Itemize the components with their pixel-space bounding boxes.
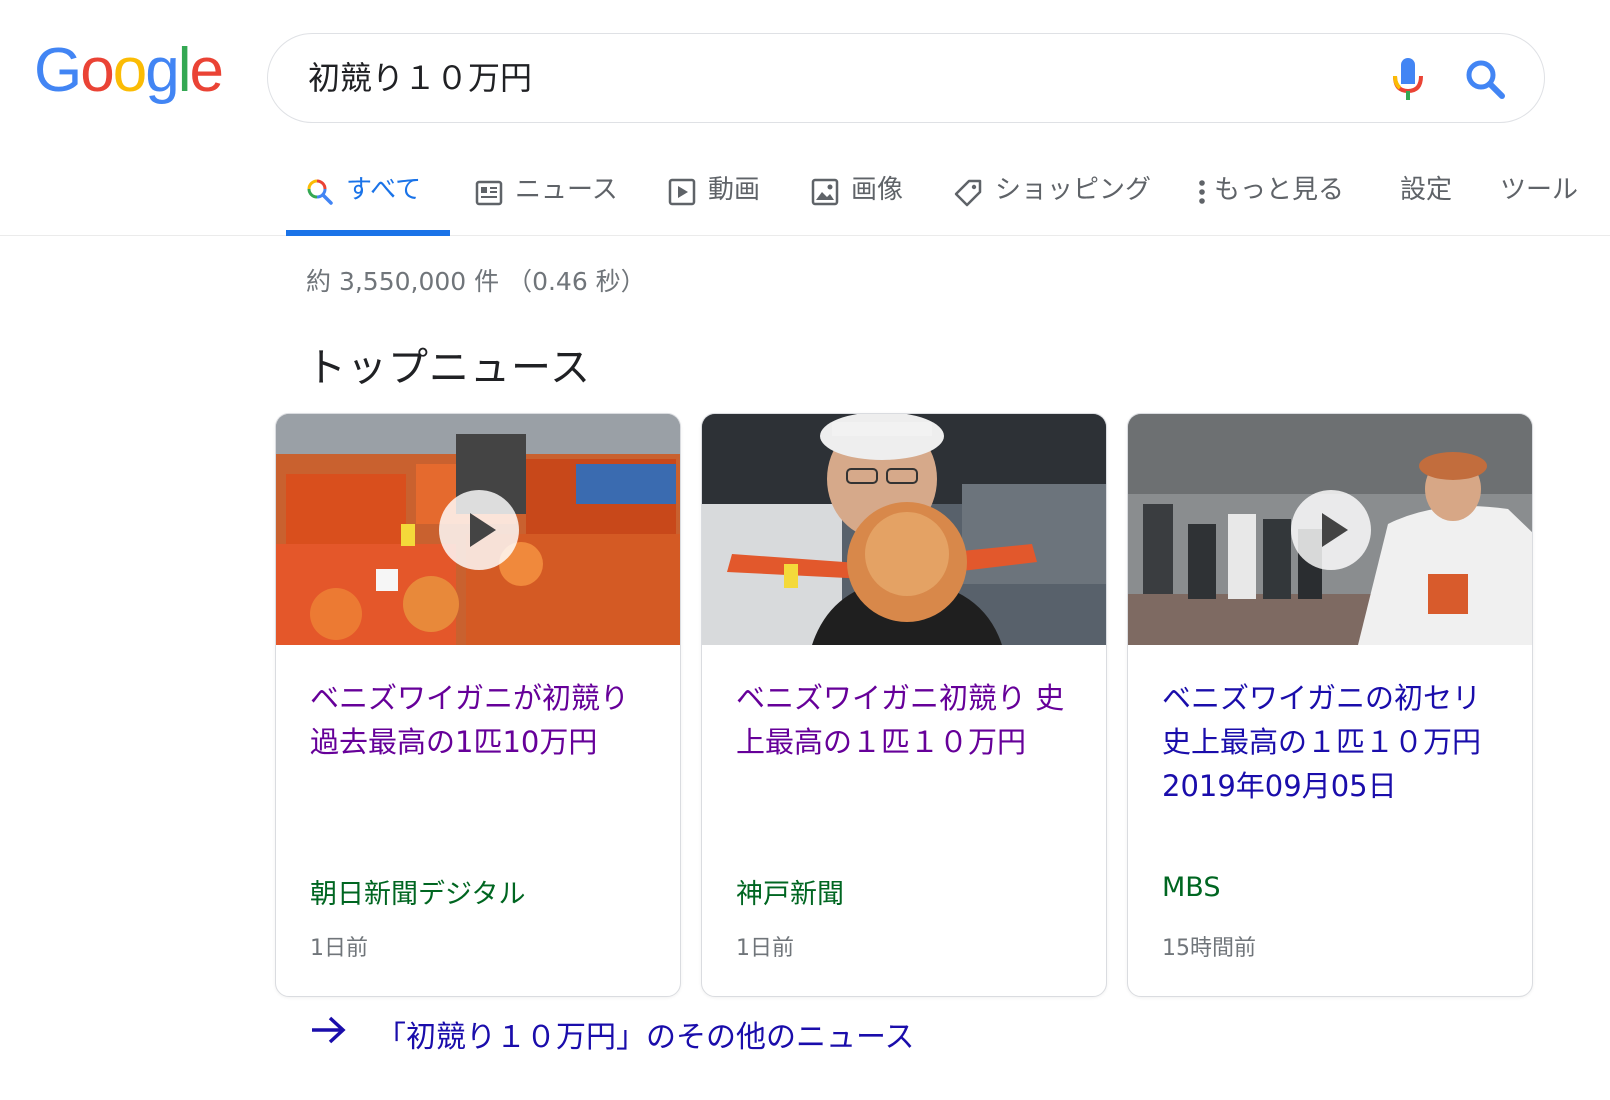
tab-label: ニュース	[515, 175, 618, 205]
news-timestamp: 1日前	[310, 936, 368, 961]
more-news-link[interactable]: 「初競り１０万円」のその他のニュース	[310, 1012, 915, 1056]
result-stats: 約 3,550,000 件 （0.46 秒）	[306, 267, 646, 296]
logo-letter: o	[112, 36, 148, 105]
play-icon[interactable]	[1291, 490, 1371, 570]
arrow-right-icon	[310, 1015, 346, 1053]
search-tabs: すべて ニュース 動画 画像 ショッピング もっと見る 設定 ツール	[0, 150, 1610, 236]
news-card[interactable]: ベニズワイガニ初競り 史上最高の１匹１０万円 神戸新聞 1日前	[701, 413, 1107, 997]
tab-label: ツール	[1500, 175, 1579, 205]
tag-icon	[953, 178, 983, 220]
header: Google 初競り１０万円	[0, 0, 1610, 150]
news-thumbnail	[276, 414, 680, 645]
news-source: 朝日新聞デジタル	[310, 879, 526, 910]
news-card[interactable]: ベニズワイガニの初セリ 史上最高の１匹１０万円 2019年09月05日 MBS …	[1127, 413, 1533, 997]
news-source: 神戸新聞	[736, 879, 844, 910]
tab-label: ショッピング	[995, 175, 1152, 205]
tab-tools[interactable]: ツール	[1500, 170, 1578, 236]
tab-video[interactable]: 動画	[668, 170, 760, 236]
tab-settings[interactable]: 設定	[1400, 170, 1452, 236]
newspaper-icon	[475, 178, 503, 218]
active-tab-indicator	[286, 230, 450, 236]
news-title[interactable]: ベニズワイガニの初セリ 史上最高の１匹１０万円 2019年09月05日	[1162, 676, 1502, 808]
microphone-icon[interactable]	[1388, 54, 1428, 104]
tab-images[interactable]: 画像	[811, 170, 903, 236]
search-icon	[1466, 60, 1505, 99]
tab-label: もっと見る	[1214, 175, 1345, 205]
more-vertical-icon	[1196, 178, 1208, 218]
video-icon	[668, 178, 696, 218]
play-icon[interactable]	[439, 490, 519, 570]
image-icon	[811, 178, 839, 218]
more-news-label: 「初競り１０万円」のその他のニュース	[376, 1020, 915, 1055]
logo-letter: o	[80, 36, 115, 105]
search-input[interactable]: 初競り１０万円	[308, 56, 532, 100]
news-title[interactable]: ベニズワイガニ初競り 史上最高の１匹１０万円	[736, 676, 1076, 764]
logo-letter: G	[34, 36, 82, 105]
logo-letter: e	[189, 36, 224, 105]
news-source: MBS	[1162, 872, 1221, 903]
tab-shopping[interactable]: ショッピング	[953, 170, 1151, 236]
search-button[interactable]	[1460, 54, 1510, 104]
tab-label: 設定	[1400, 175, 1453, 205]
news-timestamp: 15時間前	[1162, 936, 1256, 961]
tab-more[interactable]: もっと見る	[1196, 170, 1344, 236]
news-thumbnail	[702, 414, 1106, 645]
search-icon	[306, 178, 334, 218]
news-card[interactable]: ベニズワイガニが初競り 過去最高の1匹10万円 朝日新聞デジタル 1日前	[275, 413, 681, 997]
tab-label: すべて	[346, 175, 422, 205]
tab-all[interactable]: すべて	[306, 170, 421, 236]
tab-label: 動画	[708, 175, 761, 205]
tab-news[interactable]: ニュース	[475, 170, 618, 236]
tab-label: 画像	[851, 175, 904, 205]
logo-letter: l	[177, 36, 192, 105]
news-title[interactable]: ベニズワイガニが初競り 過去最高の1匹10万円	[310, 676, 650, 764]
google-logo[interactable]: Google	[34, 40, 224, 102]
logo-letter: g	[145, 36, 180, 105]
search-box[interactable]: 初競り１０万円	[267, 33, 1545, 123]
news-timestamp: 1日前	[736, 936, 794, 961]
section-title: トップニュース	[306, 345, 591, 391]
news-thumbnail	[1128, 414, 1532, 645]
